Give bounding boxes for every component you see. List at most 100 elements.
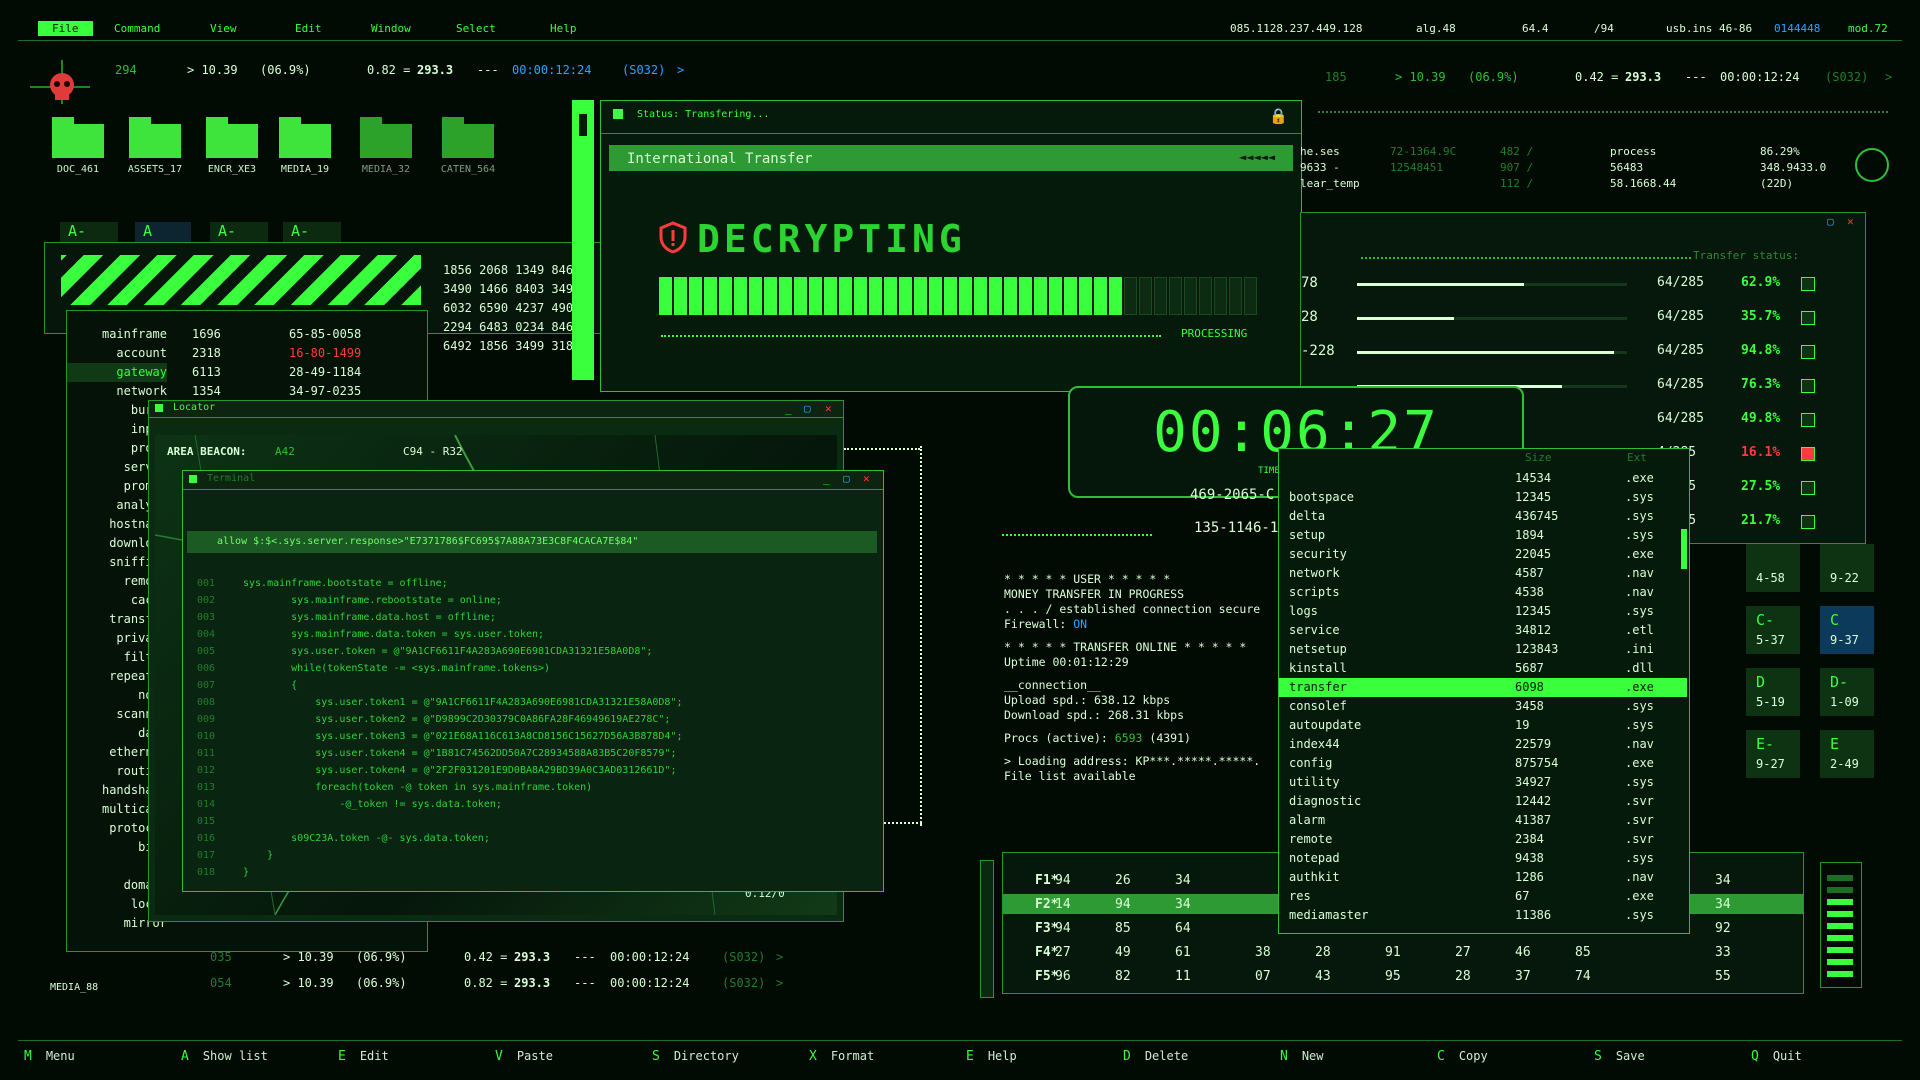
file-row[interactable]: mediamaster 11386 .sys bbox=[1279, 906, 1687, 925]
close-button[interactable]: ✕ bbox=[1847, 215, 1854, 228]
menu-edit[interactable]: Edit bbox=[295, 22, 322, 35]
minimize-button[interactable]: _ bbox=[785, 402, 792, 415]
command-menu[interactable]: M Menu bbox=[24, 1049, 75, 1064]
file-row[interactable]: bootspace 12345 .sys bbox=[1279, 488, 1687, 507]
folder-icon[interactable] bbox=[52, 117, 104, 158]
sector-box[interactable]: D 5-19 bbox=[1746, 668, 1800, 716]
file-name: alarm bbox=[1289, 813, 1326, 827]
file-row[interactable]: remote 2384 .svr bbox=[1279, 830, 1687, 849]
file-row[interactable]: utility 34927 .sys bbox=[1279, 773, 1687, 792]
file-row[interactable]: 14534 .exe bbox=[1279, 469, 1687, 488]
status-frac: /94 bbox=[1594, 22, 1614, 35]
process-item[interactable]: gateway bbox=[67, 363, 167, 382]
file-row[interactable]: authkit 1286 .nav bbox=[1279, 868, 1687, 887]
command-quit[interactable]: Q Quit bbox=[1751, 1049, 1802, 1064]
close-button[interactable]: ✕ bbox=[863, 472, 870, 485]
sector-box[interactable]: 9-22 bbox=[1820, 544, 1874, 592]
status-indicator[interactable] bbox=[1801, 345, 1815, 359]
status-indicator[interactable] bbox=[1801, 481, 1815, 495]
file-row[interactable]: logs 12345 .sys bbox=[1279, 602, 1687, 621]
maximize-button[interactable]: ▢ bbox=[1827, 215, 1834, 228]
sector-box[interactable]: C 9-37 bbox=[1820, 606, 1874, 654]
status-indicator[interactable] bbox=[1801, 413, 1815, 427]
folder-icon[interactable] bbox=[279, 117, 331, 158]
menu-command[interactable]: Command bbox=[114, 22, 160, 35]
scrollbar-thumb[interactable] bbox=[1681, 529, 1687, 569]
file-row[interactable]: netsetup 123843 .ini bbox=[1279, 640, 1687, 659]
sector-box[interactable]: C- 5-37 bbox=[1746, 606, 1800, 654]
close-button[interactable]: ✕ bbox=[825, 402, 832, 415]
file-row[interactable]: delta 436745 .sys bbox=[1279, 507, 1687, 526]
folder-icon[interactable] bbox=[129, 117, 181, 158]
maximize-button[interactable]: ▢ bbox=[843, 472, 850, 485]
file-row[interactable]: config 875754 .exe bbox=[1279, 754, 1687, 773]
status-indicator[interactable] bbox=[1801, 379, 1815, 393]
maximize-button[interactable]: ▢ bbox=[804, 402, 811, 415]
window-handle[interactable] bbox=[572, 100, 594, 380]
status-indicator[interactable] bbox=[1801, 515, 1815, 529]
command-edit[interactable]: E Edit bbox=[338, 1049, 389, 1064]
folder-icon[interactable] bbox=[442, 117, 494, 158]
progress-segment bbox=[674, 277, 687, 315]
command-format[interactable]: X Format bbox=[809, 1049, 874, 1064]
process-item[interactable]: account bbox=[67, 344, 167, 363]
file-name: remote bbox=[1289, 832, 1333, 846]
tab[interactable]: A- bbox=[283, 222, 341, 242]
tab[interactable]: A- bbox=[210, 222, 268, 242]
file-row[interactable]: scripts 4538 .nav bbox=[1279, 583, 1687, 602]
process-item[interactable]: mainframe bbox=[67, 325, 167, 344]
transfer-titlebar[interactable]: International Transfer ◄◄◄◄◄ bbox=[609, 145, 1293, 171]
command-new[interactable]: N New bbox=[1280, 1049, 1324, 1064]
command-input[interactable]: allow $:$<.sys.server.response>"E7371786… bbox=[187, 531, 877, 553]
file-row[interactable]: alarm 41387 .svr bbox=[1279, 811, 1687, 830]
file-row[interactable]: kinstall 5687 .dll bbox=[1279, 659, 1687, 678]
command-copy[interactable]: C Copy bbox=[1437, 1049, 1488, 1064]
file-row[interactable]: security 22045 .exe bbox=[1279, 545, 1687, 564]
file-row[interactable]: res 67 .exe bbox=[1279, 887, 1687, 906]
file-row[interactable]: network 4587 .nav bbox=[1279, 564, 1687, 583]
sector-box[interactable]: 4-58 bbox=[1746, 544, 1800, 592]
tab[interactable]: A bbox=[135, 222, 191, 242]
locator-titlebar[interactable]: Locator _ ▢ ✕ bbox=[149, 401, 843, 418]
file-row[interactable]: index44 22579 .nav bbox=[1279, 735, 1687, 754]
meter-bar bbox=[1827, 875, 1853, 881]
menu-help[interactable]: Help bbox=[550, 22, 577, 35]
status-indicator[interactable] bbox=[1801, 447, 1815, 461]
minimize-button[interactable]: _ bbox=[823, 472, 830, 485]
line-number: 009 bbox=[197, 714, 216, 725]
file-row[interactable]: service 34812 .etl bbox=[1279, 621, 1687, 640]
menu-view[interactable]: View bbox=[210, 22, 237, 35]
command-help[interactable]: E Help bbox=[966, 1049, 1017, 1064]
command-directory[interactable]: S Directory bbox=[652, 1049, 739, 1064]
command-save[interactable]: S Save bbox=[1594, 1049, 1645, 1064]
tab[interactable]: A- bbox=[60, 222, 118, 242]
stat-arrow: > bbox=[776, 976, 784, 990]
file-row[interactable]: setup 1894 .sys bbox=[1279, 526, 1687, 545]
file-row[interactable]: consolef 3458 .sys bbox=[1279, 697, 1687, 716]
file-row[interactable]: autoupdate 19 .sys bbox=[1279, 716, 1687, 735]
menu-select[interactable]: Select bbox=[456, 22, 496, 35]
code-area[interactable]: 001 sys.mainframe.bootstate = offline; 002… bbox=[197, 575, 877, 881]
folder-icon[interactable] bbox=[360, 117, 412, 158]
stat-num: 035 bbox=[210, 950, 232, 964]
terminal-titlebar[interactable]: Terminal _ ▢ ✕ bbox=[183, 471, 883, 490]
file-size: 22045 bbox=[1515, 547, 1552, 561]
status-indicator[interactable] bbox=[1801, 311, 1815, 325]
file-row[interactable]: transfer 6098 .exe bbox=[1279, 678, 1687, 697]
menu-file[interactable]: File bbox=[38, 21, 93, 36]
folder-icon[interactable] bbox=[206, 117, 258, 158]
sector-box[interactable]: E 2-49 bbox=[1820, 730, 1874, 778]
process-item[interactable]: network bbox=[67, 382, 167, 401]
lock-icon: 🔒 bbox=[1269, 107, 1288, 125]
command-paste[interactable]: V Paste bbox=[495, 1049, 553, 1064]
command-delete[interactable]: D Delete bbox=[1123, 1049, 1188, 1064]
file-row[interactable]: notepad 9438 .sys bbox=[1279, 849, 1687, 868]
sector-box[interactable]: E- 9-27 bbox=[1746, 730, 1800, 778]
sector-box[interactable]: D- 1-09 bbox=[1820, 668, 1874, 716]
menu-window[interactable]: Window bbox=[371, 22, 411, 35]
command-show-list[interactable]: A Show list bbox=[181, 1049, 268, 1064]
file-row[interactable]: diagnostic 12442 .svr bbox=[1279, 792, 1687, 811]
scrollbar[interactable] bbox=[980, 860, 994, 998]
file-name: netsetup bbox=[1289, 642, 1347, 656]
status-indicator[interactable] bbox=[1801, 277, 1815, 291]
